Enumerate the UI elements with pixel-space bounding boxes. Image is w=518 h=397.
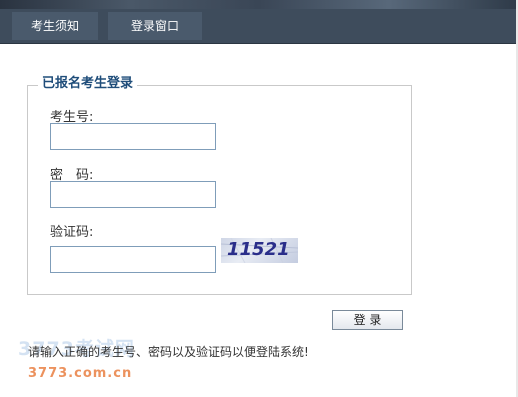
login-hint-text: 请输入正确的考生号、密码以及验证码以便登陆系统! — [28, 345, 309, 359]
login-submit-button[interactable]: 登 录 — [332, 310, 403, 330]
captcha-label: 验证码: — [50, 225, 94, 240]
header-banner — [0, 0, 518, 9]
tab-exam-notice[interactable]: 考生须知 — [12, 12, 98, 40]
exam-id-input[interactable] — [50, 123, 216, 150]
page-root: 考生须知 登录窗口 已报名考生登录 考生号: 密 码: 验证码: 11521 登… — [0, 0, 518, 397]
tab-login-window[interactable]: 登录窗口 — [108, 12, 202, 40]
password-input[interactable] — [50, 181, 216, 208]
captcha-text: 11521 — [227, 239, 290, 260]
captcha-image[interactable]: 11521 — [221, 238, 298, 263]
nav-bar: 考生须知 登录窗口 — [0, 9, 518, 44]
login-legend: 已报名考生登录 — [38, 72, 138, 91]
captcha-input[interactable] — [50, 246, 216, 273]
watermark-bottom: 3773.com.cn — [28, 366, 133, 381]
